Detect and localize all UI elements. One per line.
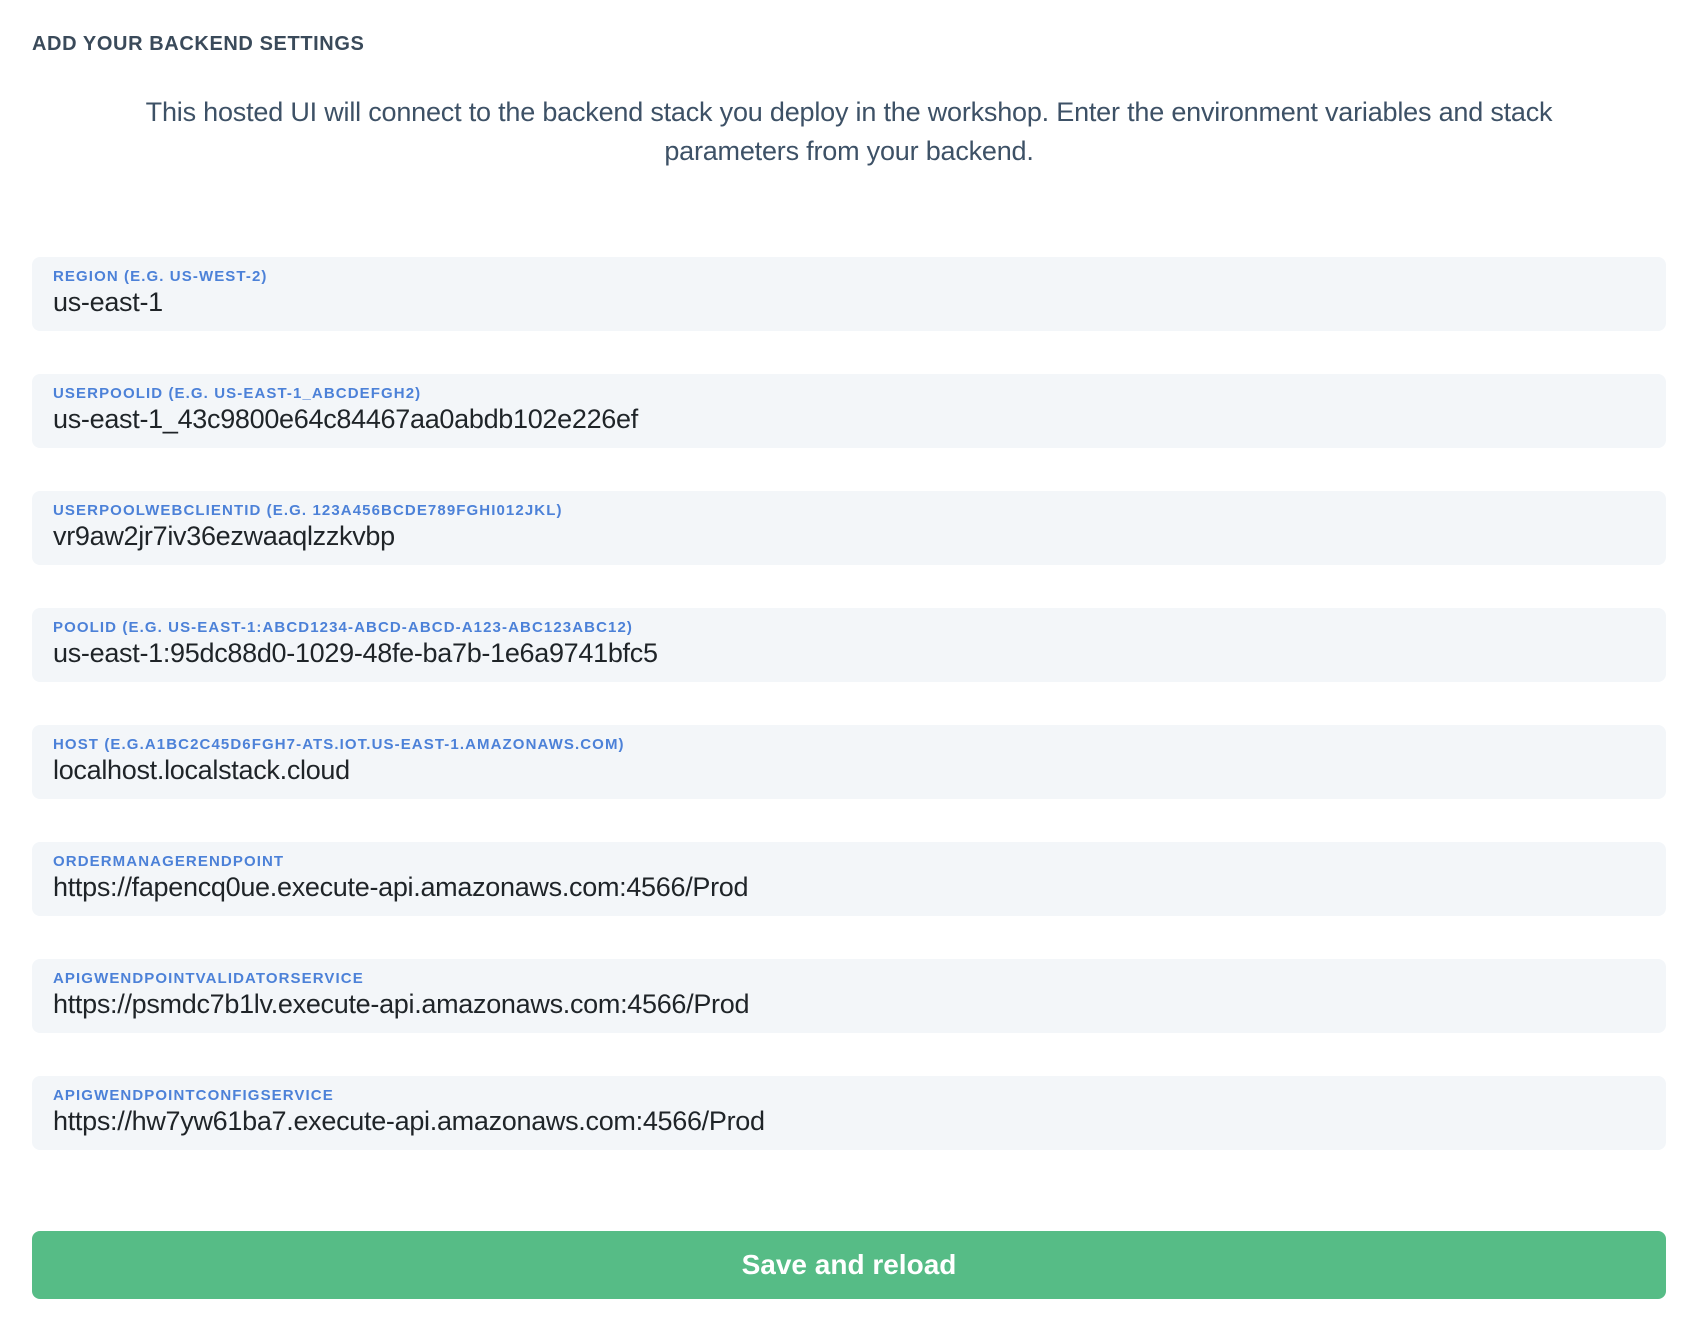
field-ordermanagerendpoint: ORDERMANAGERENDPOINT: [32, 842, 1666, 916]
field-label: REGION (E.G. US-WEST-2): [53, 268, 1645, 285]
field-label: HOST (E.G.A1BC2C45D6FGH7-ATS.IOT.US-EAST…: [53, 736, 1645, 753]
field-label: POOLID (E.G. US-EAST-1:ABCD1234-ABCD-ABC…: [53, 619, 1645, 636]
host-input[interactable]: [53, 755, 1645, 786]
poolid-input[interactable]: [53, 638, 1645, 669]
field-label: APIGWENDPOINTVALIDATORSERVICE: [53, 970, 1645, 987]
userpoolwebclientid-input[interactable]: [53, 521, 1645, 552]
field-poolid: POOLID (E.G. US-EAST-1:ABCD1234-ABCD-ABC…: [32, 608, 1666, 682]
field-apigwendpointvalidatorservice: APIGWENDPOINTVALIDATORSERVICE: [32, 959, 1666, 1033]
field-apigwendpointconfigservice: APIGWENDPOINTCONFIGSERVICE: [32, 1076, 1666, 1150]
ordermanagerendpoint-input[interactable]: [53, 872, 1645, 903]
apigwendpointvalidatorservice-input[interactable]: [53, 989, 1645, 1020]
apigwendpointconfigservice-input[interactable]: [53, 1106, 1645, 1137]
region-input[interactable]: [53, 287, 1645, 318]
field-host: HOST (E.G.A1BC2C45D6FGH7-ATS.IOT.US-EAST…: [32, 725, 1666, 799]
userpoolid-input[interactable]: [53, 404, 1645, 435]
backend-settings-page: ADD YOUR BACKEND SETTINGS This hosted UI…: [0, 0, 1698, 1325]
field-label: USERPOOLID (E.G. US-EAST-1_ABCDEFGH2): [53, 385, 1645, 402]
field-label: ORDERMANAGERENDPOINT: [53, 853, 1645, 870]
backend-settings-form: REGION (E.G. US-WEST-2) USERPOOLID (E.G.…: [32, 257, 1666, 1299]
field-region: REGION (E.G. US-WEST-2): [32, 257, 1666, 331]
field-userpoolwebclientid: USERPOOLWEBCLIENTID (E.G. 123A456BCDE789…: [32, 491, 1666, 565]
save-and-reload-button[interactable]: Save and reload: [32, 1231, 1666, 1299]
page-title: ADD YOUR BACKEND SETTINGS: [32, 33, 1666, 56]
field-label: APIGWENDPOINTCONFIGSERVICE: [53, 1087, 1645, 1104]
field-label: USERPOOLWEBCLIENTID (E.G. 123A456BCDE789…: [53, 502, 1645, 519]
page-subtitle: This hosted UI will connect to the backe…: [89, 93, 1609, 171]
field-userpoolid: USERPOOLID (E.G. US-EAST-1_ABCDEFGH2): [32, 374, 1666, 448]
